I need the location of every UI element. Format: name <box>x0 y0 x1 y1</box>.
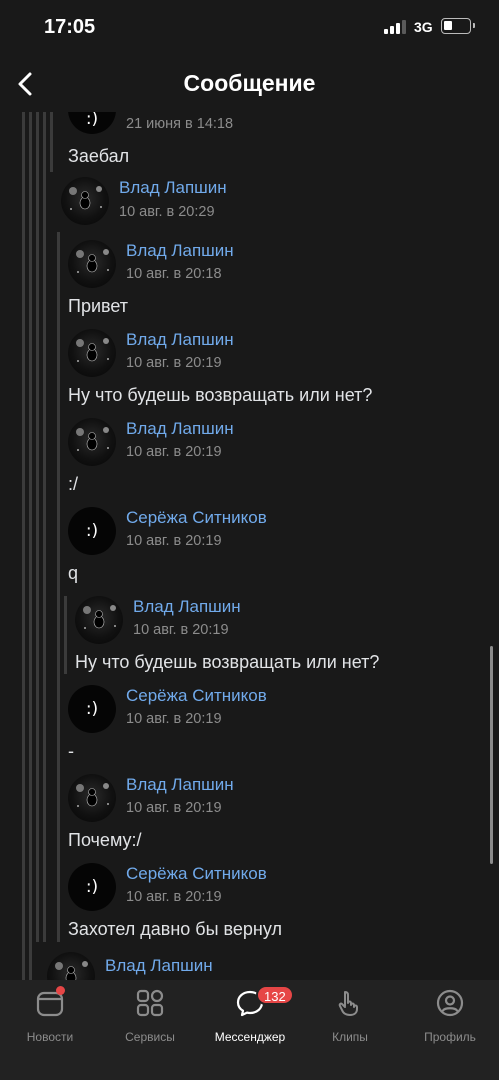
message-text: :/ <box>68 474 79 494</box>
tab-bar: Новости Сервисы 132 Мессенджер Клипы Про… <box>0 980 499 1080</box>
thread-line <box>43 112 46 942</box>
message-author[interactable]: Влад Лапшин <box>126 241 234 261</box>
notification-dot <box>56 986 65 995</box>
tab-label: Профиль <box>424 1030 476 1044</box>
page-title: Сообщение <box>183 70 316 96</box>
message-time: 10 авг. в 20:19 <box>133 622 229 638</box>
scroll-indicator[interactable] <box>490 646 493 864</box>
services-icon <box>136 989 164 1017</box>
message-text: Привет <box>68 296 129 316</box>
message-time: 10 авг. в 20:19 <box>126 444 222 460</box>
space-avatar[interactable] <box>47 952 95 980</box>
astronaut-icon <box>76 783 109 807</box>
message-time: 10 авг. в 20:19 <box>126 800 222 816</box>
astronaut-icon <box>83 605 116 629</box>
message-time: 10 авг. в 20:19 <box>126 533 222 549</box>
message-time: 10 авг. в 20:19 <box>126 711 222 727</box>
tab-label: Мессенджер <box>214 1030 286 1044</box>
thread-line <box>50 112 53 172</box>
message-text: Захотел давно бы вернул <box>68 919 282 939</box>
message-time: 10 авг. в 20:18 <box>126 266 222 282</box>
message-time: 10 авг. в 20:19 <box>126 889 222 905</box>
message-text: Заебал <box>68 146 130 166</box>
thread-line <box>57 232 60 942</box>
astronaut-icon <box>69 186 102 210</box>
message-author[interactable]: Влад Лапшин <box>126 775 234 795</box>
unread-badge: 132 <box>256 985 294 1005</box>
space-avatar[interactable] <box>68 418 116 466</box>
message-thread[interactable]: :) 21 июня в 14:18 Заебал Влад Лапшин 10… <box>0 112 499 980</box>
space-avatar[interactable] <box>68 774 116 822</box>
space-avatar[interactable] <box>68 329 116 377</box>
thread-line <box>64 596 67 674</box>
thread-line <box>29 112 32 980</box>
tab-profile[interactable]: Профиль <box>400 988 499 1048</box>
space-avatar[interactable] <box>75 596 123 644</box>
tab-news[interactable]: Новости <box>0 986 100 1048</box>
message-text: Почему:/ <box>68 830 142 850</box>
network-type: 3G <box>414 19 433 35</box>
space-avatar[interactable] <box>61 177 109 225</box>
space-avatar[interactable] <box>68 240 116 288</box>
message-text: Ну что будешь возвращать или нет? <box>75 652 380 672</box>
status-bar: 17:05 3G <box>0 0 499 56</box>
message-author[interactable]: Влад Лапшин <box>105 956 213 976</box>
message-author[interactable]: Влад Лапшин <box>126 419 234 439</box>
smile-avatar[interactable]: :) <box>68 863 116 911</box>
tab-label: Клипы <box>332 1030 368 1044</box>
message-text: q <box>68 563 79 583</box>
tab-label: Новости <box>26 1030 74 1044</box>
signal-icon <box>384 20 408 34</box>
tab-label: Сервисы <box>125 1030 175 1044</box>
message-text: - <box>68 741 74 761</box>
status-time: 17:05 <box>44 16 96 38</box>
thread-line <box>22 112 25 980</box>
astronaut-icon <box>76 249 109 273</box>
tab-services[interactable]: Сервисы <box>100 988 200 1048</box>
message-author[interactable]: Влад Лапшин <box>119 178 227 198</box>
smile-avatar[interactable]: :) <box>68 112 116 134</box>
message-author[interactable]: Серёжа Ситников <box>126 508 267 528</box>
message-time: 10 авг. в 20:29 <box>119 204 215 220</box>
message-text: Ну что будешь возвращать или нет? <box>68 385 373 405</box>
smile-avatar[interactable]: :) <box>68 685 116 733</box>
smile-avatar[interactable]: :) <box>68 507 116 555</box>
message-author[interactable]: Серёжа Ситников <box>126 686 267 706</box>
message-author[interactable]: Серёжа Ситников <box>126 864 267 884</box>
tab-clips[interactable]: Клипы <box>300 988 400 1048</box>
thread-line <box>36 112 39 942</box>
message-author[interactable]: Влад Лапшин <box>133 597 241 617</box>
astronaut-icon <box>55 961 88 980</box>
message-time: 21 июня в 14:18 <box>126 116 234 132</box>
message-time: 10 авг. в 20:19 <box>126 355 222 371</box>
nav-header: Сообщение <box>0 56 499 112</box>
astronaut-icon <box>76 427 109 451</box>
profile-icon <box>436 989 464 1017</box>
message-author[interactable]: Влад Лапшин <box>126 330 234 350</box>
battery-icon <box>441 18 475 34</box>
clips-icon <box>338 991 358 1016</box>
tab-messenger[interactable]: 132 Мессенджер <box>200 985 300 1048</box>
astronaut-icon <box>76 338 109 362</box>
